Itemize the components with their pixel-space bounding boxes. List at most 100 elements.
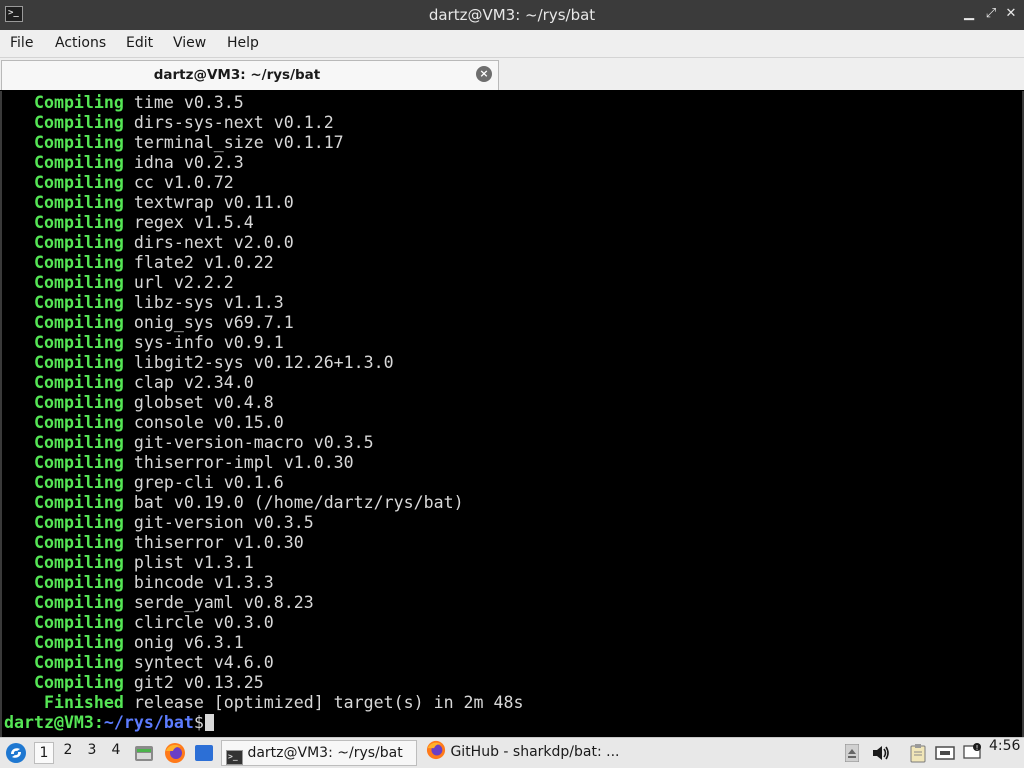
build-status-keyword: Finished (4, 693, 124, 712)
build-status-keyword: Compiling (4, 593, 124, 612)
build-status-keyword: Compiling (4, 193, 124, 212)
terminal-line: Compiling libz-sys v1.1.3 (4, 293, 524, 313)
menu-help[interactable]: Help (227, 30, 259, 57)
close-icon[interactable]: ✕ (1004, 7, 1018, 21)
terminal-output[interactable]: Compiling time v0.3.5 Compiling dirs-sys… (0, 91, 1024, 737)
terminal-line: Compiling onig_sys v69.7.1 (4, 313, 524, 333)
prompt-symbol: $ (193, 713, 204, 732)
taskbar: 1 2 3 4 >_ dartz@VM3: ~/rys/bat GitHub -… (0, 737, 1024, 768)
prompt-line[interactable]: dartz@VM3:~/rys/bat$ (4, 713, 524, 733)
text-cursor (204, 714, 214, 731)
build-status-keyword: Compiling (4, 653, 124, 672)
window-title: dartz@VM3: ~/rys/bat (428, 6, 596, 24)
menu-edit[interactable]: Edit (126, 30, 153, 57)
build-output-text: bincode v1.3.3 (123, 573, 274, 592)
workspace-1[interactable]: 1 (34, 742, 54, 764)
svg-text:!: ! (976, 744, 979, 752)
build-status-keyword: Compiling (4, 93, 124, 112)
terminal-line: Compiling plist v1.3.1 (4, 553, 524, 573)
build-status-keyword: Compiling (4, 373, 124, 392)
tab-close-icon[interactable]: × (476, 66, 492, 82)
build-output-text: git2 v0.13.25 (123, 673, 264, 692)
task-terminal[interactable]: >_ dartz@VM3: ~/rys/bat (221, 740, 417, 766)
build-output-text: libz-sys v1.1.3 (123, 293, 284, 312)
firefox-icon (426, 740, 446, 760)
menu-actions[interactable]: Actions (55, 30, 106, 57)
terminal-line: Finished release [optimized] target(s) i… (4, 693, 524, 713)
maximize-icon[interactable]: ⤢ (984, 7, 998, 21)
build-status-keyword: Compiling (4, 533, 124, 552)
workspace-2[interactable]: 2 (58, 742, 78, 764)
build-output-text: regex v1.5.4 (123, 213, 254, 232)
terminal-line: Compiling git-version v0.3.5 (4, 513, 524, 533)
terminal-line: Compiling regex v1.5.4 (4, 213, 524, 233)
terminal-line: Compiling console v0.15.0 (4, 413, 524, 433)
clipboard-icon[interactable] (908, 743, 928, 763)
build-status-keyword: Compiling (4, 493, 124, 512)
start-menu-icon[interactable] (5, 742, 27, 764)
terminal-line: Compiling bincode v1.3.3 (4, 573, 524, 593)
build-status-keyword: Compiling (4, 513, 124, 532)
tab-terminal[interactable]: dartz@VM3: ~/rys/bat × (1, 60, 499, 90)
menu-view[interactable]: View (173, 30, 206, 57)
network-icon[interactable] (934, 743, 956, 763)
build-status-keyword: Compiling (4, 173, 124, 192)
build-output-text: textwrap v0.11.0 (123, 193, 294, 212)
build-output-text: plist v1.3.1 (123, 553, 254, 572)
task-firefox[interactable]: GitHub - sharkdp/bat: ... (424, 740, 622, 766)
terminal-line: Compiling idna v0.2.3 (4, 153, 524, 173)
tab-bar: dartz@VM3: ~/rys/bat × (0, 58, 1024, 90)
terminal-line: Compiling cc v1.0.72 (4, 173, 524, 193)
terminal-line: Compiling textwrap v0.11.0 (4, 193, 524, 213)
terminal-line: Compiling clircle v0.3.0 (4, 613, 524, 633)
build-output-text: terminal_size v0.1.17 (123, 133, 344, 152)
build-status-keyword: Compiling (4, 153, 124, 172)
firefox-icon[interactable] (164, 742, 186, 764)
build-output-text: idna v0.2.3 (123, 153, 244, 172)
build-output-text: syntect v4.6.0 (123, 653, 274, 672)
volume-icon[interactable] (871, 744, 891, 762)
build-output-text: clap v2.34.0 (123, 373, 254, 392)
terminal-line: Compiling bat v0.19.0 (/home/dartz/rys/b… (4, 493, 524, 513)
terminal-lines: Compiling time v0.3.5 Compiling dirs-sys… (4, 93, 524, 733)
menu-bar: File Actions Edit View Help (0, 30, 1024, 58)
eject-icon[interactable] (845, 744, 859, 762)
build-status-keyword: Compiling (4, 413, 124, 432)
build-output-text: cc v1.0.72 (123, 173, 234, 192)
prompt-path: ~/rys/bat (103, 713, 194, 732)
terminal-line: Compiling sys-info v0.9.1 (4, 333, 524, 353)
terminal-line: Compiling flate2 v1.0.22 (4, 253, 524, 273)
terminal-icon: >_ (226, 750, 243, 765)
build-status-keyword: Compiling (4, 433, 124, 452)
workspace-3[interactable]: 3 (82, 742, 102, 764)
build-status-keyword: Compiling (4, 313, 124, 332)
build-output-text: url v2.2.2 (123, 273, 234, 292)
terminal-line: Compiling url v2.2.2 (4, 273, 524, 293)
menu-file[interactable]: File (10, 30, 33, 57)
desktop-icon[interactable] (194, 744, 214, 762)
build-status-keyword: Compiling (4, 473, 124, 492)
notification-icon[interactable]: ! (962, 743, 982, 763)
build-output-text: time v0.3.5 (123, 93, 244, 112)
tab-label: dartz@VM3: ~/rys/bat (153, 67, 321, 83)
file-manager-icon[interactable] (134, 743, 154, 763)
build-output-text: serde_yaml v0.8.23 (123, 593, 314, 612)
terminal-line: Compiling git-version-macro v0.3.5 (4, 433, 524, 453)
clock[interactable]: 4:56 (989, 738, 1020, 768)
build-output-text: release [optimized] target(s) in 2m 48s (123, 693, 524, 712)
build-output-text: dirs-sys-next v0.1.2 (123, 113, 334, 132)
build-status-keyword: Compiling (4, 253, 124, 272)
terminal-line: Compiling serde_yaml v0.8.23 (4, 593, 524, 613)
terminal-line: Compiling thiserror-impl v1.0.30 (4, 453, 524, 473)
terminal-line: Compiling dirs-next v2.0.0 (4, 233, 524, 253)
build-output-text: thiserror v1.0.30 (123, 533, 304, 552)
prompt-separator: : (93, 713, 104, 732)
terminal-line: Compiling thiserror v1.0.30 (4, 533, 524, 553)
terminal-line: Compiling terminal_size v0.1.17 (4, 133, 524, 153)
workspace-4[interactable]: 4 (106, 742, 126, 764)
build-status-keyword: Compiling (4, 613, 124, 632)
prompt-user-host: dartz@VM3 (4, 713, 94, 732)
terminal-line: Compiling syntect v4.6.0 (4, 653, 524, 673)
build-output-text: libgit2-sys v0.12.26+1.3.0 (123, 353, 394, 372)
minimize-icon[interactable]: ▁ (962, 7, 976, 21)
